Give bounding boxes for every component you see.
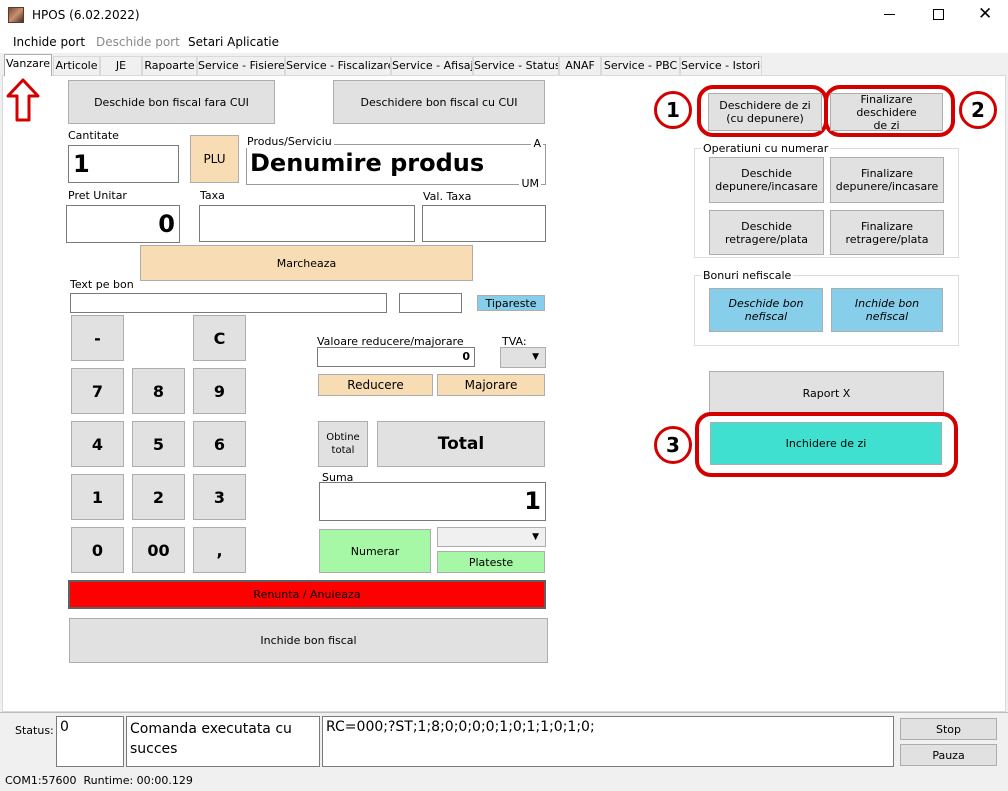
suma-input[interactable]: 1 [319, 482, 546, 521]
tab-je[interactable]: JE [100, 56, 142, 75]
produs-um-label: UM [519, 177, 541, 190]
key-2[interactable]: 2 [132, 474, 185, 520]
valtaxa-input[interactable] [422, 205, 546, 242]
key-8[interactable]: 8 [132, 368, 185, 414]
renunta-button[interactable]: Renunta / Anuleaza [68, 580, 546, 609]
tab-service-status[interactable]: Service - Status [473, 56, 559, 75]
tab-articole[interactable]: Articole [53, 56, 100, 75]
stop-button[interactable]: Stop [900, 718, 997, 740]
arrow-up-icon [6, 78, 40, 122]
open-fiscal-no-cui-button[interactable]: Deschide bon fiscal fara CUI [68, 80, 275, 124]
key-c[interactable]: C [193, 315, 246, 361]
app-icon [8, 7, 24, 23]
key-5[interactable]: 5 [132, 421, 185, 467]
payment-select[interactable]: ▼ [437, 527, 546, 547]
bonuri-nefiscale-title: Bonuri nefiscale [701, 269, 794, 282]
minimize-icon[interactable] [884, 14, 895, 15]
tva-select[interactable]: ▼ [500, 347, 546, 368]
operatiuni-title: Operatiuni cu numerar [701, 142, 831, 155]
key-comma[interactable]: , [193, 527, 246, 573]
status-code: 0 [56, 716, 124, 767]
key-00[interactable]: 00 [132, 527, 185, 573]
deschidere-zi-button[interactable]: Deschidere de zi (cu depunere) [708, 93, 822, 131]
raport-x-button[interactable]: Raport X [709, 371, 944, 416]
tab-anaf[interactable]: ANAF [559, 56, 601, 75]
menu-setari-aplicatie[interactable]: Setari Aplicatie [188, 35, 279, 49]
window-title: HPOS (6.02.2022) [32, 8, 140, 22]
tab-service-pbc[interactable]: Service - PBC [601, 56, 680, 75]
annotation-marker-3: 3 [654, 426, 692, 464]
pret-label: Pret Unitar [68, 189, 127, 202]
text-pe-bon-input[interactable] [70, 293, 387, 313]
key-6[interactable]: 6 [193, 421, 246, 467]
taxa-input[interactable] [199, 205, 415, 242]
menu-inchide-port[interactable]: Inchide port [13, 35, 85, 49]
open-fiscal-cui-button[interactable]: Deschidere bon fiscal cu CUI [333, 80, 545, 124]
reducere-value: 0 [462, 350, 470, 363]
reducere-button[interactable]: Reducere [318, 374, 433, 396]
produs-a-label: A [531, 137, 543, 150]
suma-value: 1 [524, 487, 541, 515]
produs-label: Produs/Serviciu [245, 135, 334, 148]
inchide-bon-button[interactable]: Inchide bon fiscal [69, 618, 548, 663]
finalizare-retragere-button[interactable]: Finalizare retragere/plata [830, 210, 944, 255]
tipareste-button[interactable]: Tipareste [477, 295, 545, 311]
deschide-depunere-button[interactable]: Deschide depunere/incasare [709, 157, 824, 203]
tab-vanzare[interactable]: Vanzare [4, 54, 52, 76]
close-icon[interactable]: ✕ [978, 4, 992, 24]
plu-button[interactable]: PLU [190, 135, 239, 183]
deschide-retragere-button[interactable]: Deschide retragere/plata [709, 210, 824, 255]
cantitate-value: 1 [73, 150, 90, 178]
tab-rapoarte[interactable]: Rapoarte [142, 56, 197, 75]
cantitate-label: Cantitate [68, 129, 119, 142]
maximize-icon[interactable] [933, 9, 944, 20]
text-pe-bon-label: Text pe bon [70, 278, 134, 291]
tab-service-istoric[interactable]: Service - Istoric [680, 56, 762, 75]
key-minus[interactable]: - [71, 315, 124, 361]
tab-service-fiscalizare[interactable]: Service - Fiscalizare [285, 56, 391, 75]
tab-strip: Vanzare Articole JE Rapoarte Service - F… [0, 54, 1008, 76]
status-message: Comanda executata cu succes [126, 716, 320, 767]
plateste-button[interactable]: Plateste [437, 551, 545, 573]
title-bar: HPOS (6.02.2022) ✕ [0, 0, 1008, 30]
pret-input[interactable]: 0 [66, 205, 180, 243]
annotation-marker-2: 2 [959, 91, 997, 129]
produs-value[interactable]: Denumire produs [250, 149, 484, 177]
taxa-label: Taxa [200, 189, 225, 202]
key-1[interactable]: 1 [71, 474, 124, 520]
valtaxa-label: Val. Taxa [423, 190, 472, 203]
finalizare-depunere-button[interactable]: Finalizare depunere/incasare [830, 157, 944, 203]
finalizare-deschidere-button[interactable]: Finalizare deschidere de zi [830, 93, 943, 132]
cantitate-input[interactable]: 1 [68, 145, 179, 183]
produs-frame: Produs/Serviciu Denumire produs A UM [245, 135, 546, 190]
pauza-button[interactable]: Pauza [900, 744, 997, 766]
key-9[interactable]: 9 [193, 368, 246, 414]
status-label: Status: [15, 724, 54, 737]
total-button[interactable]: Total [377, 421, 545, 467]
obtine-total-button[interactable]: Obtine total [318, 421, 368, 467]
chevron-down-icon: ▼ [532, 352, 539, 362]
status-response: RC=000;?ST;1;8;0;0;0;0;1;0;1;1;0;1;0; [322, 716, 894, 767]
deschide-nefiscal-button[interactable]: Deschide bon nefiscal [709, 288, 823, 332]
marcheaza-button[interactable]: Marcheaza [140, 245, 473, 281]
bottom-status-bar: COM1:57600 Runtime: 00:00.129 [0, 770, 1008, 791]
chevron-down-icon: ▼ [532, 531, 539, 542]
key-3[interactable]: 3 [193, 474, 246, 520]
text-small-input[interactable] [399, 293, 462, 313]
annotation-marker-1: 1 [654, 91, 692, 129]
pret-value: 0 [158, 210, 175, 238]
majorare-button[interactable]: Majorare [437, 374, 545, 396]
key-0[interactable]: 0 [71, 527, 124, 573]
inchide-nefiscal-button[interactable]: Inchide bon nefiscal [831, 288, 943, 332]
tab-service-afisaj[interactable]: Service - Afisaj [391, 56, 473, 75]
port-runtime-label: COM1:57600 Runtime: 00:00.129 [5, 774, 193, 787]
key-7[interactable]: 7 [71, 368, 124, 414]
numerar-button[interactable]: Numerar [319, 529, 431, 573]
reducere-input[interactable]: 0 [317, 347, 475, 367]
key-4[interactable]: 4 [71, 421, 124, 467]
tab-service-fisiere[interactable]: Service - Fisiere [197, 56, 285, 75]
inchidere-zi-button[interactable]: Inchidere de zi [710, 422, 942, 465]
menu-bar: Inchide port Deschide port Setari Aplica… [0, 30, 1008, 54]
menu-deschide-port[interactable]: Deschide port [96, 35, 180, 49]
